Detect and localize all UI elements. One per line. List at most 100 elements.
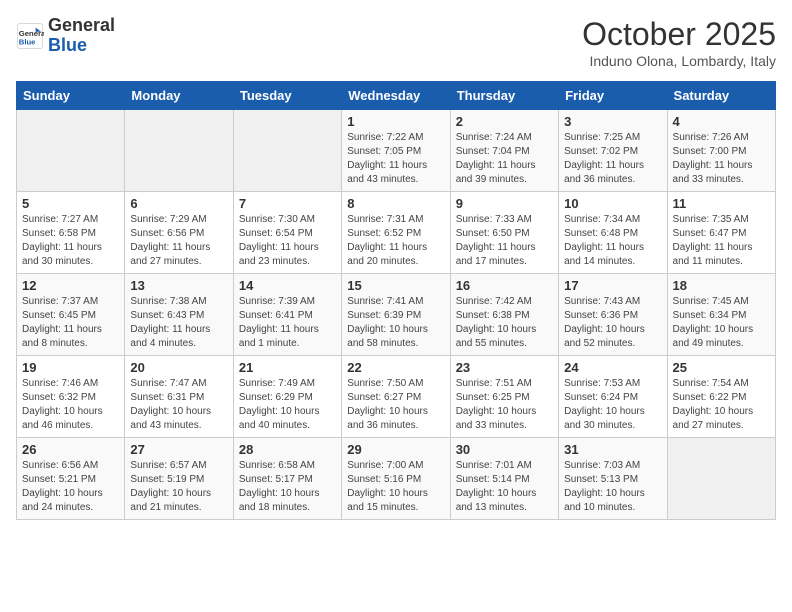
day-number: 12 — [22, 278, 119, 293]
table-row: 14Sunrise: 7:39 AM Sunset: 6:41 PM Dayli… — [233, 274, 341, 356]
day-info: Sunrise: 7:24 AM Sunset: 7:04 PM Dayligh… — [456, 131, 553, 187]
table-row: 21 Sunrise: 7:49 AM Sunset: 6:29 PM Dayli… — [233, 356, 341, 438]
day-info: Sunrise: 7:54 AM Sunset: 6:22 PM Dayligh… — [673, 377, 770, 433]
table-row: 18Sunrise: 7:45 AM Sunset: 6:34 PM Dayli… — [667, 274, 775, 356]
col-wednesday: Wednesday — [342, 82, 450, 110]
day-number: 17 — [564, 278, 661, 293]
day-info: Sunrise: 7:22 AM Sunset: 7:05 PM Dayligh… — [347, 131, 444, 187]
day-info: Sunrise: 7:34 AM Sunset: 6:48 PM Dayligh… — [564, 213, 661, 269]
day-info: Sunrise: 7:49 AM Sunset: 6:29 PM Dayligh… — [239, 377, 336, 433]
day-number: 29 — [347, 442, 444, 457]
table-row: 31Sunrise: 7:03 AM Sunset: 5:13 PM Dayli… — [559, 438, 667, 520]
day-number: 22 — [347, 360, 444, 375]
table-row: 15 Sunrise: 7:41 AM Sunset: 6:39 PM Dayli… — [342, 274, 450, 356]
table-row: 11 Sunrise: 7:35 AM Sunset: 6:47 PM Dayli… — [667, 192, 775, 274]
day-info: Sunrise: 7:27 AM Sunset: 6:58 PM Dayligh… — [22, 213, 119, 269]
day-info: Sunrise: 7:46 AM Sunset: 6:32 PM Dayligh… — [22, 377, 119, 433]
day-number: 31 — [564, 442, 661, 457]
day-info: Sunrise: 7:29 AM Sunset: 6:56 PM Dayligh… — [130, 213, 227, 269]
day-info: Sunrise: 6:58 AM Sunset: 5:17 PM Dayligh… — [239, 459, 336, 515]
col-friday: Friday — [559, 82, 667, 110]
day-info: Sunrise: 7:38 AM Sunset: 6:43 PM Dayligh… — [130, 295, 227, 351]
day-info: Sunrise: 7:42 AM Sunset: 6:38 PM Dayligh… — [456, 295, 553, 351]
day-number: 7 — [239, 196, 336, 211]
table-row: 19 Sunrise: 7:46 AM Sunset: 6:32 PM Dayli… — [17, 356, 125, 438]
table-row: 24 Sunrise: 7:53 AM Sunset: 6:24 PM Dayli… — [559, 356, 667, 438]
table-row — [125, 110, 233, 192]
calendar-week-row: 1Sunrise: 7:22 AM Sunset: 7:05 PM Daylig… — [17, 110, 776, 192]
day-number: 15 — [347, 278, 444, 293]
day-number: 3 — [564, 114, 661, 129]
table-row: 8Sunrise: 7:31 AM Sunset: 6:52 PM Daylig… — [342, 192, 450, 274]
day-info: Sunrise: 7:41 AM Sunset: 6:39 PM Dayligh… — [347, 295, 444, 351]
day-number: 11 — [673, 196, 770, 211]
calendar-header-row: Sunday Monday Tuesday Wednesday Thursday… — [17, 82, 776, 110]
day-info: Sunrise: 7:30 AM Sunset: 6:54 PM Dayligh… — [239, 213, 336, 269]
day-number: 27 — [130, 442, 227, 457]
day-number: 5 — [22, 196, 119, 211]
table-row: 9Sunrise: 7:33 AM Sunset: 6:50 PM Daylig… — [450, 192, 558, 274]
day-number: 20 — [130, 360, 227, 375]
table-row: 30Sunrise: 7:01 AM Sunset: 5:14 PM Dayli… — [450, 438, 558, 520]
col-tuesday: Tuesday — [233, 82, 341, 110]
table-row — [667, 438, 775, 520]
title-block: October 2025 Induno Olona, Lombardy, Ita… — [582, 16, 776, 69]
table-row: 23 Sunrise: 7:51 AM Sunset: 6:25 PM Dayli… — [450, 356, 558, 438]
day-number: 8 — [347, 196, 444, 211]
day-number: 21 — [239, 360, 336, 375]
day-info: Sunrise: 7:37 AM Sunset: 6:45 PM Dayligh… — [22, 295, 119, 351]
table-row: 7 Sunrise: 7:30 AM Sunset: 6:54 PM Daylig… — [233, 192, 341, 274]
table-row: 27 Sunrise: 6:57 AM Sunset: 5:19 PM Dayli… — [125, 438, 233, 520]
col-saturday: Saturday — [667, 82, 775, 110]
svg-text:Blue: Blue — [19, 37, 36, 46]
svg-text:General: General — [19, 29, 44, 38]
day-info: Sunrise: 7:43 AM Sunset: 6:36 PM Dayligh… — [564, 295, 661, 351]
day-number: 10 — [564, 196, 661, 211]
day-number: 18 — [673, 278, 770, 293]
table-row — [233, 110, 341, 192]
month-title: October 2025 — [582, 16, 776, 53]
day-number: 13 — [130, 278, 227, 293]
day-number: 2 — [456, 114, 553, 129]
day-number: 19 — [22, 360, 119, 375]
logo-icon: General Blue — [16, 22, 44, 50]
calendar-week-row: 19 Sunrise: 7:46 AM Sunset: 6:32 PM Dayli… — [17, 356, 776, 438]
col-thursday: Thursday — [450, 82, 558, 110]
day-number: 28 — [239, 442, 336, 457]
table-row: 22 Sunrise: 7:50 AM Sunset: 6:27 PM Dayli… — [342, 356, 450, 438]
location-subtitle: Induno Olona, Lombardy, Italy — [582, 53, 776, 69]
day-info: Sunrise: 6:57 AM Sunset: 5:19 PM Dayligh… — [130, 459, 227, 515]
day-info: Sunrise: 7:35 AM Sunset: 6:47 PM Dayligh… — [673, 213, 770, 269]
table-row: 6Sunrise: 7:29 AM Sunset: 6:56 PM Daylig… — [125, 192, 233, 274]
table-row: 5 Sunrise: 7:27 AM Sunset: 6:58 PM Daylig… — [17, 192, 125, 274]
table-row — [17, 110, 125, 192]
table-row: 2 Sunrise: 7:24 AM Sunset: 7:04 PM Daylig… — [450, 110, 558, 192]
calendar-table: Sunday Monday Tuesday Wednesday Thursday… — [16, 81, 776, 520]
day-info: Sunrise: 7:33 AM Sunset: 6:50 PM Dayligh… — [456, 213, 553, 269]
day-info: Sunrise: 7:25 AM Sunset: 7:02 PM Dayligh… — [564, 131, 661, 187]
table-row: 25 Sunrise: 7:54 AM Sunset: 6:22 PM Dayli… — [667, 356, 775, 438]
day-number: 26 — [22, 442, 119, 457]
logo: General Blue General Blue — [16, 16, 115, 56]
table-row: 4Sunrise: 7:26 AM Sunset: 7:00 PM Daylig… — [667, 110, 775, 192]
table-row: 12 Sunrise: 7:37 AM Sunset: 6:45 PM Dayli… — [17, 274, 125, 356]
day-number: 25 — [673, 360, 770, 375]
day-number: 23 — [456, 360, 553, 375]
table-row: 17 Sunrise: 7:43 AM Sunset: 6:36 PM Dayli… — [559, 274, 667, 356]
day-info: Sunrise: 7:50 AM Sunset: 6:27 PM Dayligh… — [347, 377, 444, 433]
day-info: Sunrise: 7:39 AM Sunset: 6:41 PM Dayligh… — [239, 295, 336, 351]
day-info: Sunrise: 7:01 AM Sunset: 5:14 PM Dayligh… — [456, 459, 553, 515]
day-info: Sunrise: 6:56 AM Sunset: 5:21 PM Dayligh… — [22, 459, 119, 515]
logo-text-line1: General — [48, 16, 115, 36]
table-row: 3 Sunrise: 7:25 AM Sunset: 7:02 PM Daylig… — [559, 110, 667, 192]
day-number: 24 — [564, 360, 661, 375]
table-row: 20Sunrise: 7:47 AM Sunset: 6:31 PM Dayli… — [125, 356, 233, 438]
calendar-week-row: 5 Sunrise: 7:27 AM Sunset: 6:58 PM Daylig… — [17, 192, 776, 274]
day-info: Sunrise: 7:51 AM Sunset: 6:25 PM Dayligh… — [456, 377, 553, 433]
day-info: Sunrise: 7:26 AM Sunset: 7:00 PM Dayligh… — [673, 131, 770, 187]
calendar-week-row: 12 Sunrise: 7:37 AM Sunset: 6:45 PM Dayli… — [17, 274, 776, 356]
logo-text-line2: Blue — [48, 36, 115, 56]
table-row: 29Sunrise: 7:00 AM Sunset: 5:16 PM Dayli… — [342, 438, 450, 520]
table-row: 26 Sunrise: 6:56 AM Sunset: 5:21 PM Dayli… — [17, 438, 125, 520]
day-info: Sunrise: 7:53 AM Sunset: 6:24 PM Dayligh… — [564, 377, 661, 433]
